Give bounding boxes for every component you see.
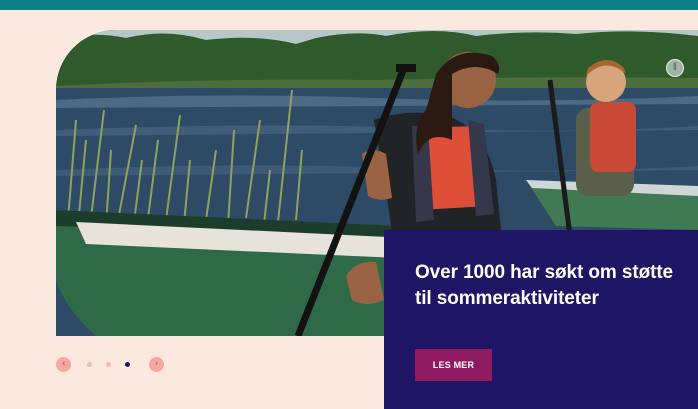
carousel-prev-button[interactable]: ‹ [56, 357, 71, 372]
carousel-dot-1[interactable] [87, 362, 92, 367]
carousel-dot-2[interactable] [106, 362, 111, 367]
top-accent-bar [0, 0, 698, 10]
promo-card [384, 230, 698, 409]
read-more-button[interactable]: LES MER [415, 349, 492, 381]
carousel-next-button[interactable]: › [149, 357, 164, 372]
promo-title: Over 1000 har søkt om støtte til sommera… [415, 262, 674, 309]
pause-icon[interactable]: ‖ [666, 59, 684, 77]
carousel-dot-3-active[interactable] [125, 362, 130, 367]
